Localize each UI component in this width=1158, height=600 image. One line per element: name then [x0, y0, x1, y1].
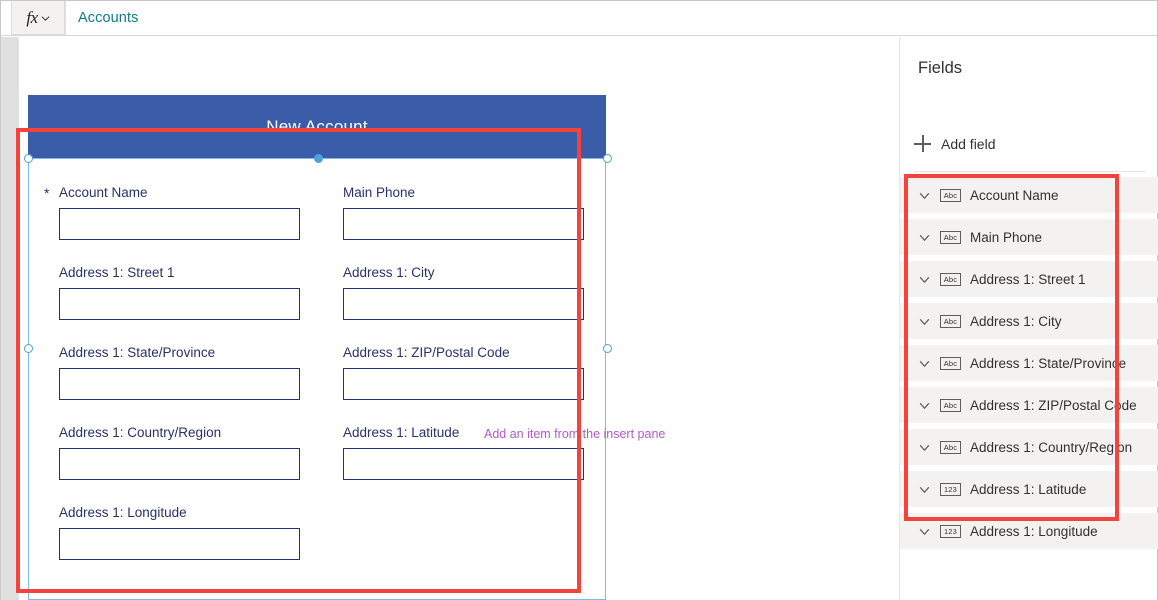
power-apps-studio-window: fx Accounts New Account * Account Name Add…	[0, 0, 1158, 600]
fields-list-item-label: Main Phone	[970, 229, 1043, 245]
form-field-group: Address 1: Longitude	[59, 505, 317, 560]
edit-form[interactable]: * Account Name Address 1: Street 1 Address …	[37, 167, 597, 600]
fields-list-item-label: Address 1: State/Province	[970, 355, 1127, 371]
resize-handle-middle-right[interactable]	[603, 344, 612, 353]
field-input[interactable]	[343, 208, 584, 240]
fields-list-item-label: Address 1: Street 1	[970, 271, 1086, 287]
chevron-down-icon[interactable]	[918, 357, 931, 370]
canvas-area: New Account * Account Name Address 1: Stre…	[1, 37, 899, 600]
field-label: Address 1: Street 1	[59, 265, 175, 280]
chevron-down-icon[interactable]	[918, 441, 931, 454]
field-label: Address 1: Longitude	[59, 505, 187, 520]
number-type-icon: 123	[940, 524, 961, 538]
text-type-icon: Abc	[940, 230, 961, 244]
add-field-label: Add field	[941, 135, 996, 152]
fields-list-item[interactable]: Abc Address 1: Street 1	[900, 261, 1158, 297]
formula-value: Accounts	[78, 10, 139, 26]
fx-dropdown-button[interactable]: fx	[11, 1, 65, 35]
text-type-icon: Abc	[940, 188, 961, 202]
field-input[interactable]	[59, 368, 300, 400]
text-type-icon: Abc	[940, 272, 961, 286]
add-field-button[interactable]: Add field	[914, 135, 995, 152]
text-type-icon: Abc	[940, 440, 961, 454]
fields-list-item[interactable]: Abc Address 1: State/Province	[900, 345, 1158, 381]
fields-list-item-label: Address 1: City	[970, 313, 1062, 329]
chevron-down-icon[interactable]	[918, 399, 931, 412]
app-screen[interactable]: New Account * Account Name Address 1: Stre…	[19, 37, 899, 600]
form-field-group: Address 1: ZIP/Postal Code	[343, 345, 601, 400]
fields-list: Abc Account Name Abc Main Phone Abc Address 1…	[900, 177, 1158, 555]
field-label: Address 1: City	[343, 265, 435, 280]
fields-panel: Fields Add field Abc Account Name Abc Main …	[899, 37, 1158, 600]
formula-input[interactable]: Accounts	[65, 1, 1157, 35]
plus-icon	[914, 135, 931, 152]
fields-list-item-label: Account Name	[970, 187, 1059, 203]
number-type-icon: 123	[940, 482, 961, 496]
fields-list-item[interactable]: Abc Account Name	[900, 177, 1158, 213]
panel-divider	[914, 171, 1146, 172]
chevron-down-icon[interactable]	[918, 189, 931, 202]
form-column-right: Main Phone Address 1: City Address 1: ZIP/…	[343, 185, 601, 505]
form-column-left: * Account Name Address 1: Street 1 Address …	[44, 185, 317, 585]
field-input[interactable]	[59, 448, 300, 480]
fields-list-item-label: Address 1: Latitude	[970, 481, 1087, 497]
chevron-down-icon[interactable]	[918, 315, 931, 328]
form-field-group: Address 1: State/Province	[59, 345, 317, 400]
text-type-icon: Abc	[940, 314, 961, 328]
text-type-icon: Abc	[940, 356, 961, 370]
field-input[interactable]	[59, 288, 300, 320]
field-label: Address 1: Country/Region	[59, 425, 222, 440]
fields-list-item[interactable]: 123 Address 1: Latitude	[900, 471, 1158, 507]
chevron-down-icon[interactable]	[918, 525, 931, 538]
formula-bar: fx Accounts	[1, 1, 1157, 36]
field-input[interactable]	[343, 288, 584, 320]
form-field-group: Address 1: Street 1	[59, 265, 317, 320]
fields-list-item[interactable]: 123 Address 1: Longitude	[900, 513, 1158, 549]
field-input[interactable]	[59, 528, 300, 560]
fields-list-item[interactable]: Abc Address 1: City	[900, 303, 1158, 339]
text-type-icon: Abc	[940, 398, 961, 412]
chevron-down-icon	[41, 14, 50, 23]
fields-list-item-label: Address 1: Longitude	[970, 523, 1098, 539]
field-label: Address 1: ZIP/Postal Code	[343, 345, 510, 360]
fx-icon: fx	[26, 8, 38, 27]
screen-header-bar[interactable]: New Account	[28, 95, 606, 158]
resize-handle-middle-left[interactable]	[24, 344, 33, 353]
fields-panel-title: Fields	[918, 59, 963, 77]
fields-list-item[interactable]: Abc Main Phone	[900, 219, 1158, 255]
fields-list-item[interactable]: Abc Address 1: Country/Region	[900, 429, 1158, 465]
field-label: Address 1: State/Province	[59, 345, 216, 360]
field-input[interactable]	[343, 368, 584, 400]
field-label: Main Phone	[343, 185, 416, 200]
required-marker: *	[44, 185, 50, 201]
form-field-group: Address 1: Country/Region	[59, 425, 317, 480]
form-field-group: Address 1: City	[343, 265, 601, 320]
insert-pane-hint: Add an item from the insert pane	[484, 427, 666, 441]
page-title: New Account	[266, 116, 368, 136]
chevron-down-icon[interactable]	[918, 273, 931, 286]
field-input[interactable]	[59, 208, 300, 240]
field-label: Account Name	[59, 185, 148, 200]
form-field-group: Main Phone	[343, 185, 601, 240]
fields-list-item[interactable]: Abc Address 1: ZIP/Postal Code	[900, 387, 1158, 423]
chevron-down-icon[interactable]	[918, 231, 931, 244]
chevron-down-icon[interactable]	[918, 483, 931, 496]
field-input[interactable]	[343, 448, 584, 480]
fields-list-item-label: Address 1: Country/Region	[970, 439, 1133, 455]
form-field-group: * Account Name	[44, 185, 317, 240]
fields-list-item-label: Address 1: ZIP/Postal Code	[970, 397, 1137, 413]
